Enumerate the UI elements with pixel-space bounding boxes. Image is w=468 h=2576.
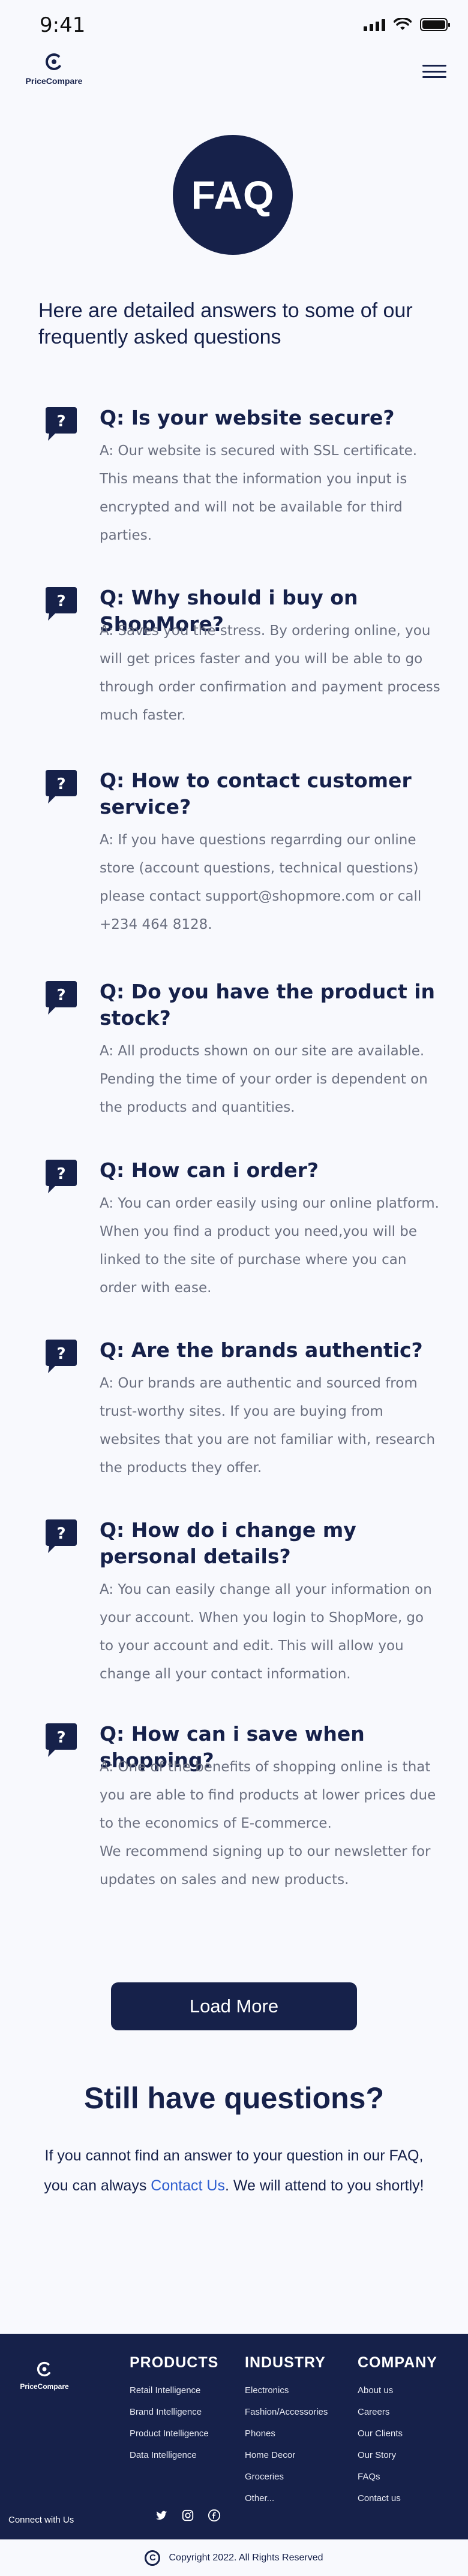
logo[interactable]: PriceCompare — [18, 53, 90, 86]
footer-products-column: PRODUCTS Retail Intelligence Brand Intel… — [130, 2354, 218, 2466]
footer-link[interactable]: Product Intelligence — [130, 2423, 218, 2445]
footer: PriceCompare PRODUCTS Retail Intelligenc… — [0, 2334, 468, 2539]
footer-logo[interactable]: PriceCompare — [16, 2361, 73, 2391]
question-bubble-icon: ? — [46, 1519, 77, 1553]
faq-answer: A: You can order easily using our online… — [100, 1190, 442, 1302]
svg-text:?: ? — [56, 413, 65, 431]
copyright-icon: C — [145, 2550, 161, 2566]
faq-answer-extra: We recommend signing up to our newslette… — [100, 1844, 431, 1888]
faq-answer: A: One of the benefits of shopping onlin… — [100, 1753, 442, 1894]
footer-logo-text: PriceCompare — [20, 2382, 69, 2391]
question-bubble-icon: ? — [46, 1340, 77, 1373]
still-questions-title: Still have questions? — [83, 2081, 385, 2115]
copyright-text: Copyright 2022. All Rights Reserved — [169, 2552, 323, 2563]
faq-answer-text: A: If you have questions regarrding our … — [100, 832, 422, 932]
footer-link[interactable]: Phones — [245, 2423, 328, 2445]
svg-text:?: ? — [56, 1165, 65, 1183]
faq-question[interactable]: Q: Do you have the product in stock? — [100, 979, 460, 1031]
price-compare-logo-icon — [46, 53, 62, 70]
price-compare-logo-icon — [37, 2361, 52, 2377]
status-bar: 9:41 — [0, 0, 468, 48]
status-icons — [364, 18, 450, 31]
question-bubble-icon: ? — [46, 981, 77, 1015]
battery-icon — [420, 18, 450, 31]
footer-industry-column: INDUSTRY Electronics Fashion/Accessories… — [245, 2354, 328, 2509]
footer-company-column: COMPANY About us Careers Our Clients Our… — [358, 2354, 437, 2509]
faq-answer-text: A: Saves you the stress. By ordering onl… — [100, 623, 440, 723]
footer-industry-heading: INDUSTRY — [245, 2354, 326, 2371]
wifi-icon — [394, 18, 412, 30]
faq-badge: FAQ — [173, 135, 293, 255]
faq-question[interactable]: Q: Are the brands authentic? — [100, 1337, 460, 1364]
question-bubble-icon: ? — [46, 1160, 77, 1193]
intro-text: Here are detailed answers to some of our… — [38, 299, 413, 348]
faq-answer: A: Our website is secured with SSL certi… — [100, 437, 442, 550]
faq-answer: A: Our brands are authentic and sourced … — [100, 1370, 442, 1482]
instagram-icon[interactable] — [181, 2509, 194, 2522]
footer-company-heading: COMPANY — [358, 2354, 437, 2371]
header: PriceCompare — [0, 53, 468, 101]
faq-question[interactable]: Q: Is your website secure? — [100, 405, 460, 431]
cellular-signal-icon — [364, 19, 385, 31]
footer-products-heading: PRODUCTS — [130, 2354, 219, 2371]
contact-us-link[interactable]: Contact Us — [151, 2177, 225, 2194]
footer-link[interactable]: Our Clients — [358, 2423, 437, 2445]
faq-question[interactable]: Q: How do i change my personal details? — [100, 1517, 460, 1570]
social-links — [155, 2509, 221, 2522]
faq-answer-text: A: All products shown on our site are av… — [100, 1043, 428, 1115]
footer-link[interactable]: Home Decor — [245, 2445, 328, 2466]
faq-question[interactable]: Q: How can i order? — [100, 1157, 460, 1184]
faq-answer-text: A: Our brands are authentic and sourced … — [100, 1376, 436, 1476]
faq-answer-text: A: Our website is secured with SSL certi… — [100, 443, 418, 543]
hamburger-icon — [422, 65, 446, 67]
facebook-icon[interactable] — [208, 2509, 221, 2522]
question-bubble-icon: ? — [46, 407, 77, 441]
faq-answer: A: Saves you the stress. By ordering onl… — [100, 617, 442, 730]
copyright-bar: C Copyright 2022. All Rights Reserved — [0, 2539, 468, 2576]
faq-page: 9:41 PriceCompare FAQ Here are detailed … — [0, 0, 468, 2576]
logo-text: PriceCompare — [25, 76, 83, 86]
footer-link[interactable]: Careers — [358, 2402, 437, 2423]
still-text-after: . We will attend to you shortly! — [224, 2177, 424, 2194]
twitter-icon[interactable] — [155, 2509, 168, 2522]
load-more-button[interactable]: Load More — [111, 1982, 357, 2030]
footer-link[interactable]: Data Intelligence — [130, 2445, 218, 2466]
footer-link[interactable]: Our Story — [358, 2445, 437, 2466]
footer-link[interactable]: Brand Intelligence — [130, 2402, 218, 2423]
faq-question[interactable]: Q: How to contact customer service? — [100, 768, 460, 820]
svg-text:?: ? — [56, 1525, 65, 1543]
faq-answer-text: A: One of the benefits of shopping onlin… — [100, 1759, 436, 1831]
svg-text:?: ? — [56, 592, 65, 610]
footer-link[interactable]: Electronics — [245, 2380, 328, 2402]
question-bubble-icon: ? — [46, 587, 77, 621]
footer-link[interactable]: Groceries — [245, 2466, 328, 2488]
footer-link[interactable]: FAQs — [358, 2466, 437, 2488]
svg-text:?: ? — [56, 1345, 65, 1363]
menu-button[interactable] — [422, 65, 446, 78]
question-bubble-icon: ? — [46, 1723, 77, 1757]
connect-with-us-label: Connect with Us — [8, 2515, 74, 2525]
footer-link[interactable]: Retail Intelligence — [130, 2380, 218, 2402]
faq-answer-text: A: You can order easily using our online… — [100, 1196, 439, 1296]
svg-text:?: ? — [56, 986, 65, 1004]
faq-answer: A: You can easily change all your inform… — [100, 1576, 442, 1689]
footer-link[interactable]: Fashion/Accessories — [245, 2402, 328, 2423]
faq-answer: A: If you have questions regarrding our … — [100, 826, 442, 939]
question-bubble-icon: ? — [46, 770, 77, 804]
footer-link[interactable]: Other... — [245, 2488, 328, 2509]
faq-answer: A: All products shown on our site are av… — [100, 1037, 442, 1122]
svg-text:?: ? — [56, 775, 65, 793]
svg-text:?: ? — [56, 1729, 65, 1747]
footer-link[interactable]: Contact us — [358, 2488, 437, 2509]
status-time: 9:41 — [40, 13, 86, 37]
faq-answer-text: A: You can easily change all your inform… — [100, 1582, 432, 1682]
still-questions-text: If you cannot find an answer to your que… — [36, 2141, 432, 2201]
footer-link[interactable]: About us — [358, 2380, 437, 2402]
